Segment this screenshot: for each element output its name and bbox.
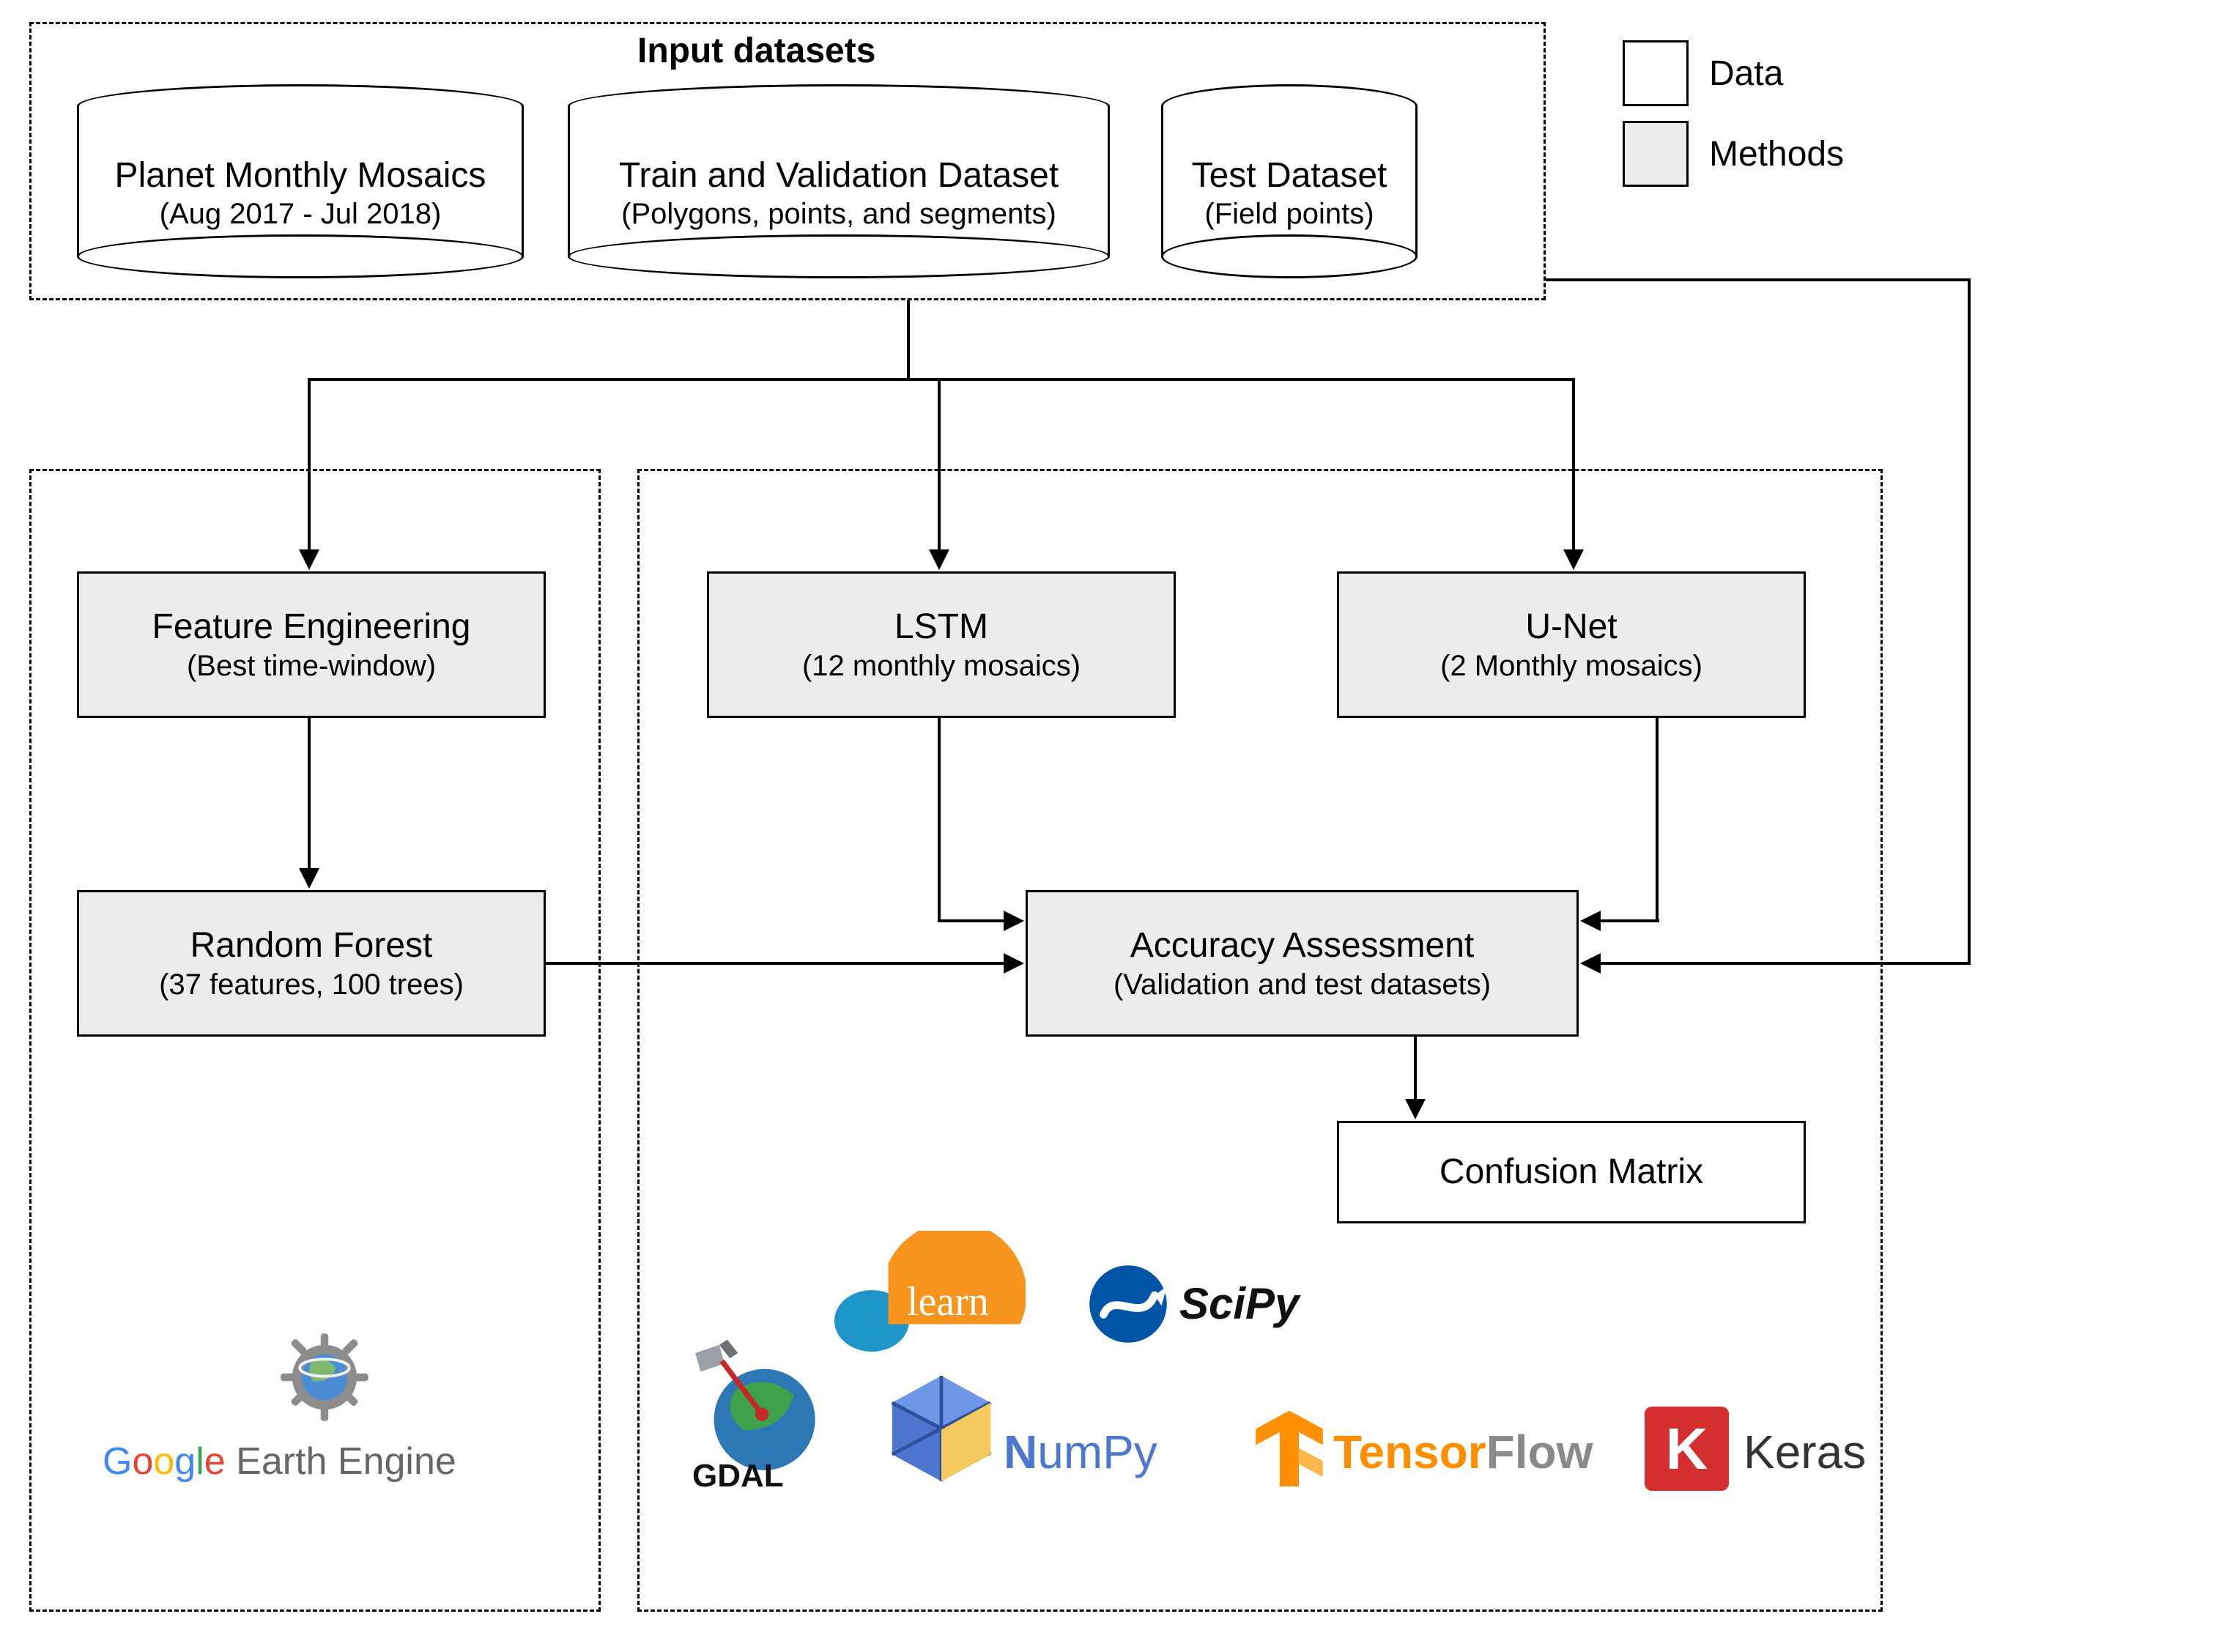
planet-title: Planet Monthly Mosaics	[77, 155, 524, 197]
rf-title: Random Forest	[190, 925, 433, 967]
tensorflow-logo-icon: measurement	[1249, 1407, 1330, 1494]
feature-engineering-box: Feature Engineering (Best time-window)	[77, 571, 546, 718]
legend-data-swatch	[1623, 40, 1689, 106]
sklearn-logo-text: learn	[907, 1278, 989, 1325]
cylinder-train-validation: Train and Validation Dataset (Polygons, …	[568, 84, 1110, 278]
unet-box: U-Net (2 Monthly mosaics)	[1337, 571, 1806, 718]
confusion-matrix-box: Confusion Matrix	[1337, 1121, 1806, 1223]
cylinder-test-dataset: Test Dataset (Field points)	[1161, 84, 1418, 278]
planet-subtitle: (Aug 2017 - Jul 2018)	[77, 196, 524, 231]
gee-logo-text: Google Earth Engine	[103, 1440, 456, 1484]
scipy-logo-text: SciPy	[1179, 1278, 1299, 1329]
gee-logo-icon	[277, 1330, 372, 1425]
lstm-subtitle: (12 monthly mosaics)	[802, 648, 1081, 684]
test-title: Test Dataset	[1161, 155, 1418, 197]
test-subtitle: (Field points)	[1161, 196, 1418, 231]
trainval-subtitle: (Polygons, points, and segments)	[568, 196, 1110, 231]
legend-methods-label: Methods	[1709, 134, 1844, 174]
accuracy-assessment-box: Accuracy Assessment (Validation and test…	[1026, 890, 1579, 1037]
rf-subtitle: (37 features, 100 trees)	[159, 967, 464, 1002]
numpy-logo-icon	[883, 1370, 1000, 1487]
fe-subtitle: (Best time-window)	[187, 648, 436, 684]
legend-data-label: Data	[1709, 53, 1783, 94]
unet-subtitle: (2 Monthly mosaics)	[1440, 648, 1702, 684]
keras-logo-text: Keras	[1744, 1425, 1866, 1479]
lstm-box: LSTM (12 monthly mosaics)	[707, 571, 1176, 718]
legend-methods-row: Methods	[1623, 121, 1844, 187]
trainval-title: Train and Validation Dataset	[568, 155, 1110, 197]
acc-title: Accuracy Assessment	[1130, 925, 1475, 967]
tensorflow-logo-text: TensorFlow	[1333, 1425, 1593, 1479]
confusion-title: Confusion Matrix	[1439, 1151, 1703, 1193]
cylinder-planet-mosaics: Planet Monthly Mosaics (Aug 2017 - Jul 2…	[77, 84, 524, 278]
gee-rest: Earth Engine	[226, 1440, 456, 1483]
unet-title: U-Net	[1525, 606, 1617, 648]
gdal-logo-text: GDAL	[692, 1458, 784, 1494]
keras-logo-icon: K	[1645, 1407, 1729, 1491]
lstm-title: LSTM	[894, 606, 988, 648]
fe-title: Feature Engineering	[152, 606, 471, 648]
acc-subtitle: (Validation and test datasets)	[1114, 967, 1491, 1002]
random-forest-box: Random Forest (37 features, 100 trees)	[77, 890, 546, 1037]
keras-k-glyph: K	[1666, 1415, 1708, 1483]
scipy-logo-icon	[1084, 1260, 1172, 1348]
legend-data-row: Data	[1623, 40, 1783, 106]
numpy-logo-text: NumPy	[1004, 1425, 1157, 1479]
legend-methods-swatch	[1623, 121, 1689, 187]
input-datasets-title: Input datasets	[637, 31, 875, 71]
